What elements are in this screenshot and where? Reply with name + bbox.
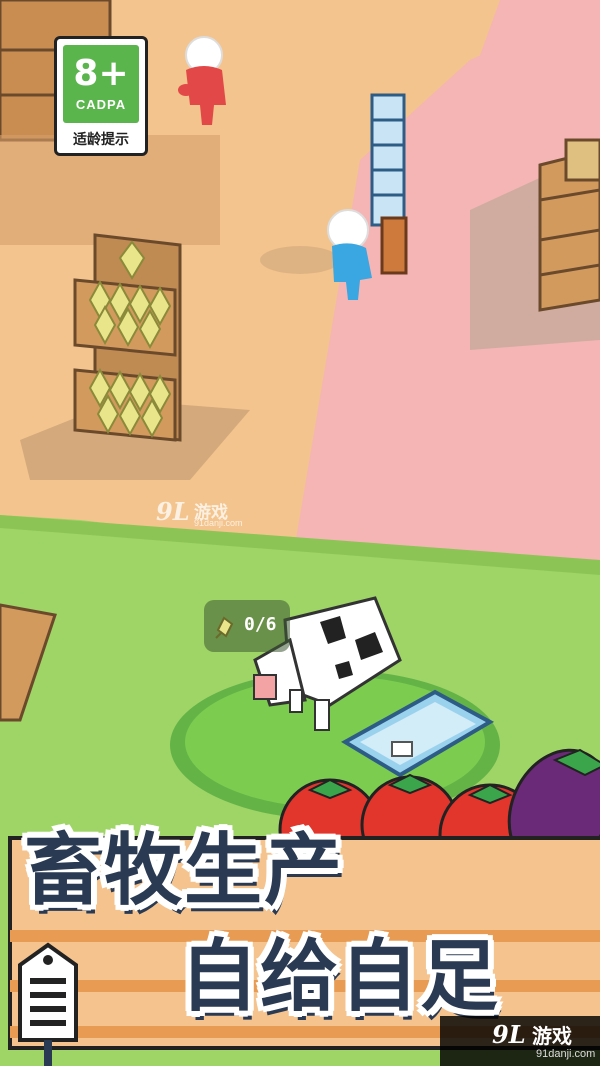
age-rating-org: CADPA bbox=[75, 97, 127, 112]
title-line-2: 自给自足 bbox=[180, 932, 501, 1022]
corner-watermark-logo: 9L bbox=[492, 1020, 526, 1049]
feed-counter-text: 0/6 bbox=[244, 614, 277, 635]
watermark-logo: 9L bbox=[156, 497, 190, 526]
age-rating-tip: 适龄提示 bbox=[73, 132, 129, 148]
age-rating-badge-top: 8+ CADPA bbox=[63, 45, 139, 123]
feed-counter-bubble: 0/6 bbox=[204, 600, 290, 652]
corner-watermark: 9L 游戏 91danji.com bbox=[440, 1016, 600, 1066]
center-watermark: 9L 游戏 91danji.com bbox=[156, 497, 252, 531]
age-rating-badge: 8+ CADPA 适龄提示 bbox=[54, 36, 148, 156]
watermark-url: 91danji.com bbox=[194, 518, 243, 528]
corner-watermark-name: 游戏 bbox=[532, 1024, 572, 1048]
wheat-icon bbox=[215, 616, 234, 639]
corner-watermark-url: 91danji.com bbox=[536, 1048, 596, 1060]
age-rating-number: 8+ bbox=[73, 53, 129, 94]
title-line-1: 畜牧生产 bbox=[24, 826, 345, 916]
